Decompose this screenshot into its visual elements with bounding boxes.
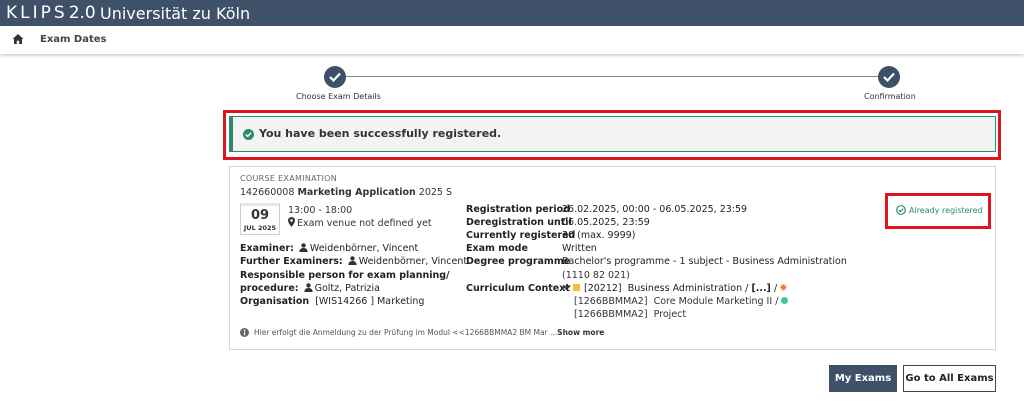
registration-stepper: Choose Exam Details Confirmation: [296, 66, 916, 106]
examiner-name: Weidenbörner, Vincent: [309, 243, 419, 254]
curriculum-3-name[interactable]: Project: [654, 309, 687, 320]
curriculum-2-name[interactable]: Core Module Marketing II: [654, 296, 773, 307]
curriculum-1-code: [20212]: [584, 283, 622, 294]
status-label: Already registered: [909, 206, 983, 215]
chevron-down-icon[interactable]: [562, 284, 571, 291]
exam-mode-label: Exam mode: [466, 243, 528, 254]
curriculum-1-name[interactable]: Business Administration: [628, 283, 742, 294]
home-icon[interactable]: [12, 33, 24, 45]
exam-note: Hier erfolgt die Anmeldung zu der Prüfun…: [240, 328, 604, 337]
orange-star-icon: ✸: [779, 283, 788, 294]
check-circle-outline-icon: [896, 205, 906, 215]
currently-registered-row: Currently registered30 (max. 9999): [466, 230, 635, 241]
yellow-square-icon: [573, 284, 580, 291]
organisation-value: [WIS14266 ] Marketing: [315, 296, 425, 307]
responsible-name: Goltz, Patrizia: [314, 283, 380, 294]
exam-number: 142660008: [240, 187, 295, 198]
exam-venue: Exam venue not defined yet: [288, 217, 432, 229]
deregistration-label: Deregistration until: [466, 217, 572, 228]
check-icon: [883, 72, 895, 82]
responsible-label-row: Responsible person for exam planning/: [240, 270, 450, 281]
my-exams-button[interactable]: My Exams: [829, 365, 897, 392]
top-bar: KLIPS2.0 Universität zu Köln: [0, 0, 1024, 26]
exam-semester: 2025 S: [418, 187, 453, 198]
examiner-label: Examiner:: [240, 243, 294, 254]
step-confirmation: [878, 66, 900, 88]
exam-name: Marketing Application: [297, 187, 416, 198]
step-label-choose-details: Choose Exam Details: [296, 92, 381, 101]
step-choose-details: [324, 66, 346, 88]
logo-text: KLIPS: [6, 3, 68, 23]
date-day: 09: [250, 208, 270, 223]
deregistration-row: Deregistration until06.05.2025, 23:59: [466, 217, 650, 228]
green-dot-icon: [781, 297, 789, 304]
logo-version: 2.0: [68, 3, 96, 23]
exam-card: COURSE EXAMINATION 142660008 Marketing A…: [229, 166, 996, 350]
date-month: JUL 2025: [243, 224, 277, 232]
registration-period-row: Registration period26.02.2025, 00:00 - 0…: [466, 204, 747, 215]
step-label-confirmation: Confirmation: [864, 92, 916, 101]
user-icon: [303, 283, 313, 292]
exam-mode-value: Written: [562, 243, 597, 254]
exam-type: COURSE EXAMINATION: [240, 174, 338, 183]
responsible-label-2: procedure:: [240, 283, 299, 294]
curriculum-3-code: [1266BBMMA2]: [574, 309, 648, 320]
degree-programme-row: Degree programmeBachelor's programme - 1…: [466, 256, 847, 267]
alert-message: You have been successfully registered.: [259, 127, 502, 140]
exam-mode-row: Exam mode Written: [466, 243, 597, 254]
all-exams-button[interactable]: Go to All Exams: [903, 365, 996, 392]
show-more-link[interactable]: Show more: [557, 328, 604, 337]
curriculum-line-2: [1266BBMMA2] Core Module Marketing II /: [574, 296, 789, 307]
registration-status: Already registered: [896, 205, 983, 215]
user-icon: [299, 243, 308, 252]
further-examiners-row: Further Examiners: Weidenbörner, Vincent: [240, 256, 467, 267]
currently-registered-label: Currently registered: [466, 230, 576, 241]
curriculum-1-separator-2: /: [773, 283, 778, 294]
klips-logo[interactable]: KLIPS2.0: [6, 3, 96, 23]
breadcrumb-exam-dates[interactable]: Exam Dates: [40, 34, 107, 45]
organisation-row: Organisation [WIS14266 ] Marketing: [240, 296, 424, 307]
further-examiner-name: Weidenbörner, Vincent: [358, 256, 468, 267]
registration-period-value: 26.02.2025, 00:00 - 06.05.2025, 23:59: [562, 204, 748, 215]
curriculum-line-3: [1266BBMMA2] Project: [574, 309, 686, 320]
check-icon: [329, 72, 341, 82]
curriculum-2-code: [1266BBMMA2]: [574, 296, 648, 307]
exam-date-badge: 09 JUL 2025: [240, 203, 280, 235]
success-alert: You have been successfully registered.: [229, 116, 996, 152]
organisation-label: Organisation: [240, 296, 310, 307]
breadcrumb: Exam Dates: [0, 26, 1024, 54]
curriculum-2-separator: /: [775, 296, 779, 307]
curriculum-more-link[interactable]: [...]: [751, 283, 771, 294]
deregistration-value: 06.05.2025, 23:59: [562, 217, 650, 228]
stepper-line: [336, 76, 888, 77]
curriculum-context-label: Curriculum Context: [466, 283, 570, 294]
venue-text: Exam venue not defined yet: [297, 218, 432, 229]
responsible-row: procedure: Goltz, Patrizia: [240, 283, 380, 294]
university-name: Universität zu Köln: [100, 4, 251, 23]
exam-time: 13:00 - 18:00: [288, 205, 353, 216]
check-circle-icon: [243, 129, 254, 140]
curriculum-1-separator: /: [745, 283, 749, 294]
note-text: Hier erfolgt die Anmeldung zu der Prüfun…: [254, 328, 558, 337]
degree-programme-value: Bachelor's programme - 1 subject - Busin…: [562, 256, 847, 267]
degree-programme-code: (1110 82 021): [562, 270, 630, 281]
registration-period-label: Registration period: [466, 204, 571, 215]
map-marker-icon: [288, 217, 295, 227]
degree-programme-label: Degree programme: [466, 256, 571, 267]
curriculum-context-row: Curriculum Context [20212] Business Admin…: [466, 283, 788, 294]
responsible-label: Responsible person for exam planning/: [240, 270, 450, 281]
examiner-row: Examiner: Weidenbörner, Vincent: [240, 243, 418, 254]
user-icon: [348, 256, 357, 265]
further-examiners-label: Further Examiners:: [240, 256, 343, 267]
info-icon: [240, 328, 249, 337]
exam-title: 142660008 Marketing Application 2025 S: [240, 187, 452, 198]
currently-registered-value: 30 (max. 9999): [562, 230, 636, 241]
